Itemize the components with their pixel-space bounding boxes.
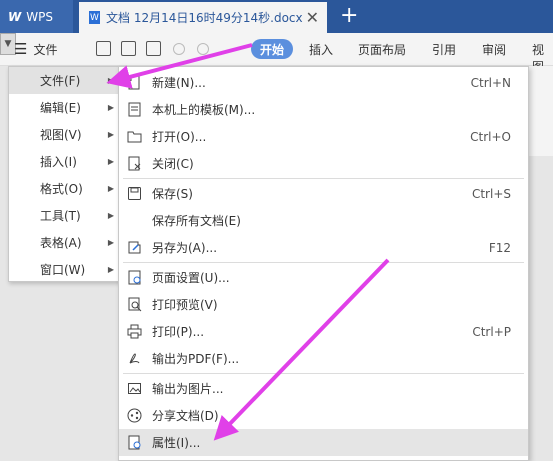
menu-item-label: 编辑(E) bbox=[40, 101, 81, 115]
submenu-item-local-templates[interactable]: 本机上的模板(M)... bbox=[119, 96, 528, 123]
submenu-item-label: 保存所有文档(E) bbox=[152, 214, 241, 228]
menu-separator bbox=[123, 262, 524, 263]
menu-item-view[interactable]: 视图(V) ▶ bbox=[9, 121, 124, 148]
image-export-icon bbox=[128, 383, 141, 394]
redo-icon[interactable] bbox=[197, 43, 209, 55]
submenu-item-print[interactable]: 打印(P)... Ctrl+P bbox=[119, 318, 528, 345]
document-tab[interactable]: W 文档 12月14日16时49分14秒.docx ✕ bbox=[79, 2, 327, 33]
tab-start[interactable]: 开始 bbox=[251, 39, 293, 59]
tab-references[interactable]: 引用 bbox=[432, 41, 456, 58]
chevron-right-icon: ▶ bbox=[107, 76, 114, 85]
print-icon[interactable] bbox=[121, 41, 136, 56]
submenu-item-label: 输出为PDF(F)... bbox=[152, 352, 240, 366]
shortcut-label: Ctrl+O bbox=[470, 129, 511, 144]
shortcut-label: Ctrl+S bbox=[471, 186, 511, 201]
preview-icon[interactable] bbox=[146, 41, 161, 56]
chevron-right-icon: ▶ bbox=[107, 157, 114, 166]
menu-item-window[interactable]: 窗口(W) ▶ bbox=[9, 256, 124, 283]
title-tab-bar: W WPS W 文档 12月14日16时49分14秒.docx ✕ + bbox=[0, 0, 553, 33]
chevron-right-icon: ▶ bbox=[107, 103, 114, 112]
wps-label: WPS bbox=[26, 9, 53, 24]
properties-icon bbox=[128, 435, 141, 450]
shortcut-label: F12 bbox=[488, 240, 511, 255]
hamburger-icon: ☰ bbox=[14, 40, 28, 58]
submenu-item-label: 分享文档(D) bbox=[152, 409, 219, 423]
wps-logo-icon: W bbox=[8, 9, 22, 24]
submenu-item-label: 属性(I)... bbox=[152, 436, 201, 450]
menu-separator bbox=[123, 178, 524, 179]
chevron-down-icon: ▼ bbox=[4, 39, 12, 49]
document-tab-title: 文档 12月14日16时49分14秒.docx bbox=[106, 11, 303, 25]
page-setup-icon bbox=[128, 270, 141, 285]
submenu-item-label: 本机上的模板(M)... bbox=[152, 103, 256, 117]
submenu-item-close[interactable]: 关闭(C) bbox=[119, 150, 528, 177]
template-icon bbox=[128, 102, 141, 117]
submenu-item-open[interactable]: 打开(O)... Ctrl+O bbox=[119, 123, 528, 150]
submenu-item-label: 打印预览(V) bbox=[152, 298, 218, 312]
menu-item-label: 表格(A) bbox=[40, 236, 82, 250]
submenu-item-label: 输出为图片... bbox=[152, 382, 224, 396]
submenu-item-label: 关闭(C) bbox=[152, 157, 194, 171]
pdf-export-icon bbox=[129, 353, 140, 364]
menu-item-label: 格式(O) bbox=[40, 182, 83, 196]
menu-item-label: 视图(V) bbox=[40, 128, 82, 142]
menu-item-format[interactable]: 格式(O) ▶ bbox=[9, 175, 124, 202]
submenu-item-label: 打开(O)... bbox=[152, 130, 207, 144]
file-menu-button[interactable]: ☰ 文件 bbox=[14, 33, 57, 65]
chevron-right-icon: ▶ bbox=[107, 184, 114, 193]
menu-item-label: 窗口(W) bbox=[40, 263, 86, 277]
folder-icon bbox=[127, 131, 142, 143]
main-menu: 文件(F) ▶ 编辑(E) ▶ 视图(V) ▶ 插入(I) ▶ 格式(O) ▶ 工具(T)… bbox=[8, 66, 125, 282]
print-preview-icon bbox=[128, 297, 142, 312]
menu-item-insert[interactable]: 插入(I) ▶ bbox=[9, 148, 124, 175]
submenu-item-print-preview[interactable]: 打印预览(V) bbox=[119, 291, 528, 318]
close-tab-icon[interactable]: ✕ bbox=[306, 8, 319, 27]
menu-item-label: 插入(I) bbox=[40, 155, 77, 169]
submenu-item-label: 打印(P)... bbox=[152, 325, 205, 339]
submenu-item-page-setup[interactable]: 页面设置(U)... bbox=[119, 264, 528, 291]
wps-home-tab[interactable]: W WPS bbox=[0, 0, 73, 33]
printer-icon bbox=[127, 324, 142, 339]
word-doc-icon: W bbox=[89, 11, 100, 24]
submenu-item-save[interactable]: 保存(S) Ctrl+S bbox=[119, 180, 528, 207]
menu-item-edit[interactable]: 编辑(E) ▶ bbox=[9, 94, 124, 121]
submenu-item-save-as[interactable]: 另存为(A)... F12 bbox=[119, 234, 528, 261]
undo-icon[interactable] bbox=[173, 43, 185, 55]
submenu-item-save-all[interactable]: 保存所有文档(E) bbox=[119, 207, 528, 234]
chevron-right-icon: ▶ bbox=[107, 130, 114, 139]
chevron-right-icon: ▶ bbox=[107, 211, 114, 220]
tab-review[interactable]: 审阅 bbox=[482, 41, 506, 58]
menu-item-file[interactable]: 文件(F) ▶ bbox=[9, 67, 124, 94]
new-doc-icon bbox=[128, 75, 140, 90]
menu-item-table[interactable]: 表格(A) ▶ bbox=[9, 229, 124, 256]
tab-insert[interactable]: 插入 bbox=[309, 41, 333, 58]
close-doc-icon bbox=[128, 156, 141, 171]
menu-item-label: 文件(F) bbox=[40, 74, 81, 88]
submenu-item-export-pdf[interactable]: 输出为PDF(F)... bbox=[119, 345, 528, 372]
save-as-icon bbox=[128, 241, 141, 254]
menu-separator bbox=[123, 373, 524, 374]
shortcut-label: Ctrl+N bbox=[470, 75, 511, 90]
submenu-item-new[interactable]: 新建(N)... Ctrl+N bbox=[119, 69, 528, 96]
submenu-item-share[interactable]: 分享文档(D) bbox=[119, 402, 528, 429]
tab-page-layout[interactable]: 页面布局 bbox=[358, 41, 406, 58]
menu-item-label: 工具(T) bbox=[40, 209, 81, 223]
submenu-item-label: 保存(S) bbox=[152, 187, 193, 201]
shortcut-label: Ctrl+P bbox=[472, 324, 511, 339]
save-icon[interactable] bbox=[96, 41, 111, 56]
submenu-item-properties[interactable]: 属性(I)... bbox=[119, 429, 528, 456]
submenu-item-label: 页面设置(U)... bbox=[152, 271, 230, 285]
menu-item-tools[interactable]: 工具(T) ▶ bbox=[9, 202, 124, 229]
new-tab-button[interactable]: + bbox=[340, 3, 358, 28]
file-menu-label: 文件 bbox=[33, 42, 58, 57]
chevron-right-icon: ▶ bbox=[107, 265, 114, 274]
share-icon bbox=[127, 408, 142, 423]
file-submenu: 新建(N)... Ctrl+N 本机上的模板(M)... 打开(O)... Ct… bbox=[118, 66, 529, 461]
chevron-right-icon: ▶ bbox=[107, 238, 114, 247]
submenu-item-label: 另存为(A)... bbox=[152, 241, 218, 255]
save-icon bbox=[128, 187, 141, 200]
submenu-item-export-image[interactable]: 输出为图片... bbox=[119, 375, 528, 402]
submenu-item-label: 新建(N)... bbox=[152, 76, 206, 90]
